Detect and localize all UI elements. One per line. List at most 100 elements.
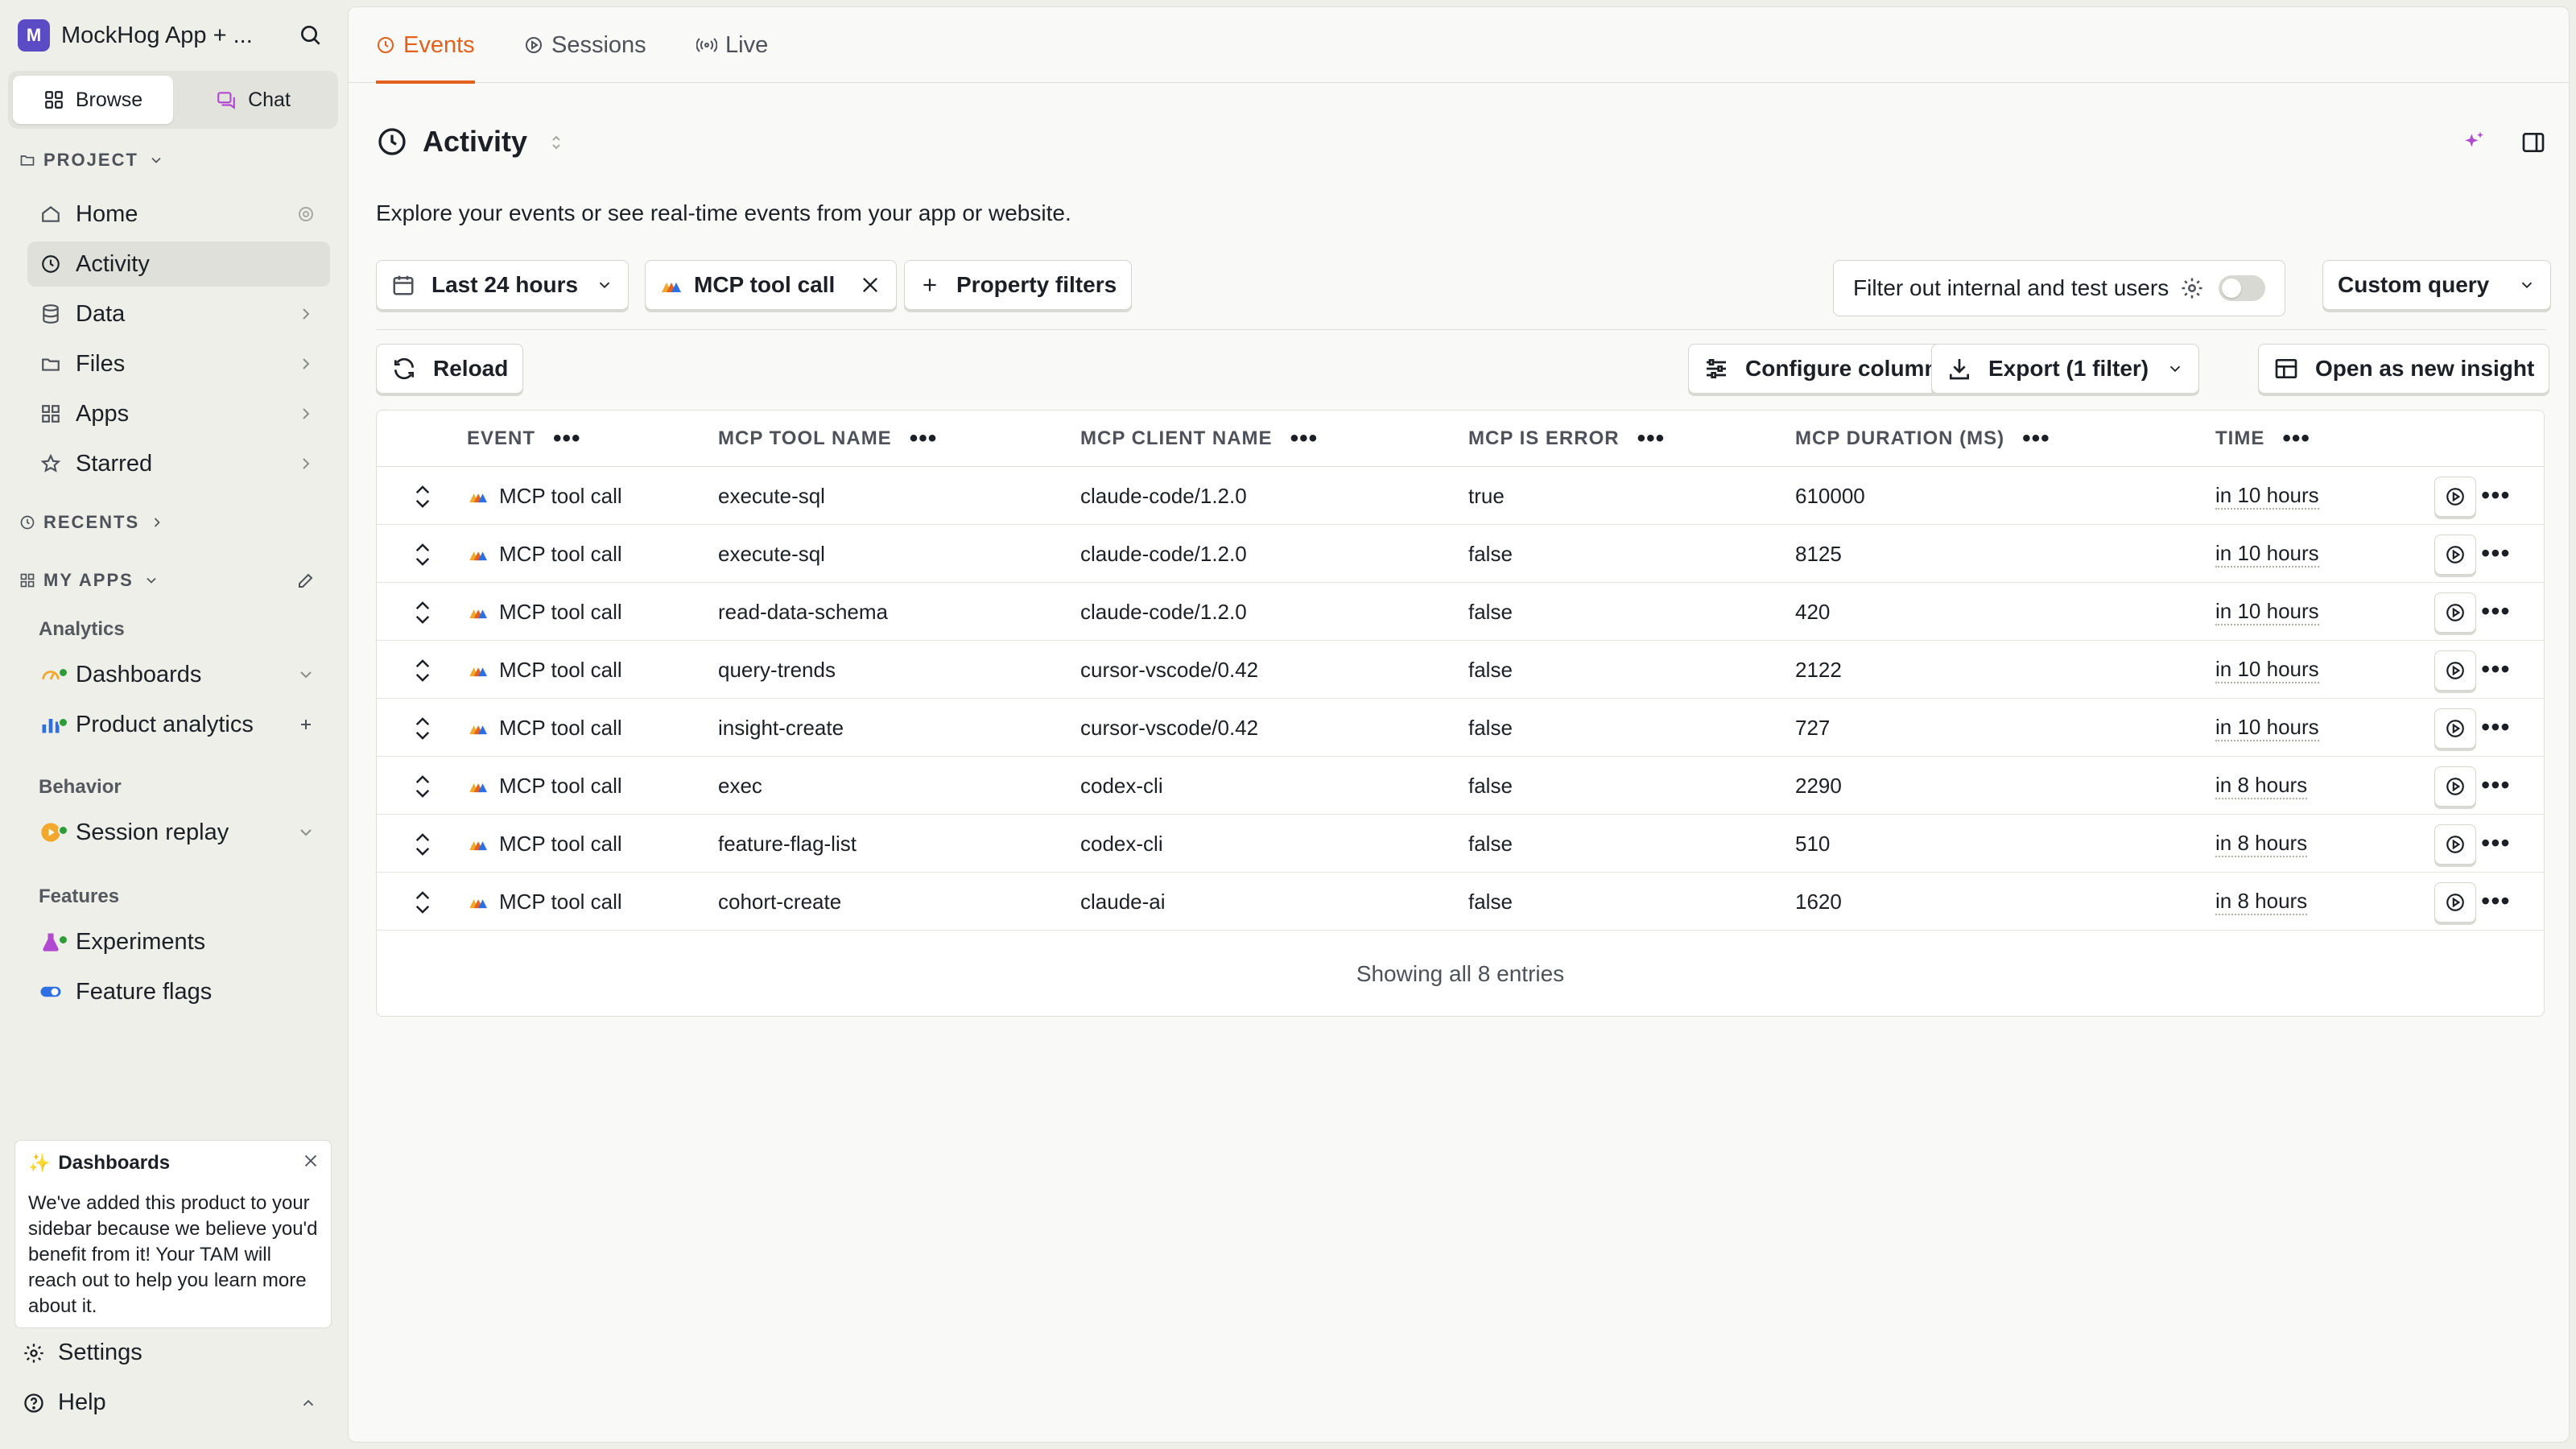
column-header-client-name[interactable]: MCP CLIENT NAME ••• xyxy=(1080,411,1318,467)
row-menu-icon[interactable]: ••• xyxy=(2481,772,2511,798)
time-value: in 8 hours xyxy=(2215,773,2308,799)
expand-row-icon[interactable] xyxy=(411,483,435,510)
sidebar-item-apps[interactable]: Apps xyxy=(27,391,330,436)
settings-link[interactable]: Settings xyxy=(23,1340,142,1366)
chat-tab[interactable]: Chat xyxy=(173,76,333,124)
sidebar-item-session-replay[interactable]: Session replay xyxy=(27,810,330,855)
column-menu-icon[interactable]: ••• xyxy=(2022,425,2050,452)
column-menu-icon[interactable]: ••• xyxy=(553,425,581,452)
row-menu-icon[interactable]: ••• xyxy=(2481,656,2511,682)
reload-button[interactable]: Reload xyxy=(376,344,524,394)
play-recording-button[interactable] xyxy=(2434,708,2476,749)
play-recording-button[interactable] xyxy=(2434,882,2476,923)
sidebar-item-home[interactable]: Home xyxy=(27,192,330,237)
play-recording-button[interactable] xyxy=(2434,535,2476,575)
filter-divider xyxy=(376,329,2546,330)
sidebar-item-starred[interactable]: Starred xyxy=(27,441,330,486)
chevron-down-icon[interactable] xyxy=(296,665,316,684)
play-recording-button[interactable] xyxy=(2434,650,2476,691)
sidebar-item-data[interactable]: Data xyxy=(27,291,330,336)
table-row[interactable]: MCP tool call insight-create cursor-vscode… xyxy=(377,699,2544,757)
recents-section-header[interactable]: RECENTS xyxy=(19,512,173,533)
help-link[interactable]: Help xyxy=(23,1389,320,1416)
expand-row-icon[interactable] xyxy=(411,715,435,742)
expand-row-icon[interactable] xyxy=(411,657,435,684)
side-panel-icon[interactable] xyxy=(2520,130,2546,155)
row-menu-icon[interactable]: ••• xyxy=(2481,714,2511,740)
column-menu-icon[interactable]: ••• xyxy=(910,425,938,452)
expand-row-icon[interactable] xyxy=(411,773,435,800)
open-insight-button[interactable]: Open as new insight xyxy=(2258,344,2550,394)
play-recording-button[interactable] xyxy=(2434,477,2476,517)
expand-row-icon[interactable] xyxy=(411,831,435,858)
event-filter-chip[interactable]: MCP tool call xyxy=(645,260,898,310)
expand-row-icon[interactable] xyxy=(411,889,435,916)
play-recording-button[interactable] xyxy=(2434,592,2476,633)
table-row[interactable]: MCP tool call query-trends cursor-vscode/0… xyxy=(377,641,2544,699)
tab-live[interactable]: Live xyxy=(696,7,768,83)
plus-icon[interactable] xyxy=(296,715,316,734)
export-button[interactable]: Export (1 filter) xyxy=(1931,344,2200,394)
row-menu-icon[interactable]: ••• xyxy=(2481,540,2511,566)
table-row[interactable]: MCP tool call read-data-schema claude-code… xyxy=(377,583,2544,641)
is-error-cell: false xyxy=(1468,715,1513,740)
column-header-is-error[interactable]: MCP IS ERROR ••• xyxy=(1468,411,1665,467)
column-header-tool-name[interactable]: MCP TOOL NAME ••• xyxy=(718,411,937,467)
table-row[interactable]: MCP tool call exec codex-cli false 2290 in 8 … xyxy=(377,757,2544,815)
row-menu-icon[interactable]: ••• xyxy=(2481,830,2511,856)
sidebar-item-experiments[interactable]: Experiments xyxy=(27,919,330,964)
time-value: in 10 hours xyxy=(2215,657,2319,683)
category-analytics: Analytics xyxy=(39,618,125,640)
row-menu-icon[interactable]: ••• xyxy=(2481,888,2511,914)
workspace-switcher[interactable]: M MockHog App + ... xyxy=(18,18,324,53)
sidebar-item-dashboards[interactable]: Dashboards xyxy=(27,652,330,697)
gear-icon[interactable] xyxy=(2180,276,2204,300)
table-row[interactable]: MCP tool call execute-sql claude-code/1.2.… xyxy=(377,467,2544,525)
tab-sessions[interactable]: Sessions xyxy=(524,7,646,83)
table-row[interactable]: MCP tool call cohort-create claude-ai false… xyxy=(377,873,2544,931)
client-name-cell: codex-cli xyxy=(1080,773,1163,798)
column-menu-icon[interactable]: ••• xyxy=(2282,425,2310,452)
column-header-time[interactable]: TIME ••• xyxy=(2215,411,2310,467)
project-section-header[interactable]: PROJECT xyxy=(19,150,172,171)
close-icon[interactable] xyxy=(302,1152,320,1170)
chevron-down-icon[interactable] xyxy=(296,823,316,842)
table-row[interactable]: MCP tool call feature-flag-list codex-cli f… xyxy=(377,815,2544,873)
tab-events[interactable]: Events xyxy=(376,7,475,84)
chevron-updown-icon[interactable] xyxy=(548,132,564,151)
sparkle-ai-icon[interactable] xyxy=(2461,130,2487,155)
myapps-section-header[interactable]: MY APPS xyxy=(19,570,317,591)
browse-tab[interactable]: Browse xyxy=(13,76,173,124)
close-icon[interactable] xyxy=(859,274,881,296)
play-circle-icon xyxy=(2446,720,2464,737)
play-recording-button[interactable] xyxy=(2434,824,2476,865)
column-header-event[interactable]: EVENT ••• xyxy=(467,411,581,467)
sidebar-item-activity[interactable]: Activity xyxy=(27,242,330,287)
is-error-cell: false xyxy=(1468,599,1513,624)
play-recording-button[interactable] xyxy=(2434,766,2476,807)
expand-row-icon[interactable] xyxy=(411,541,435,568)
reload-label: Reload xyxy=(433,356,509,381)
row-menu-icon[interactable]: ••• xyxy=(2481,598,2511,624)
sidebar-item-feature-flags[interactable]: Feature flags xyxy=(27,969,330,1014)
duration-cell: 8125 xyxy=(1795,541,1842,566)
search-icon[interactable] xyxy=(298,23,324,48)
internal-users-label: Filter out internal and test users xyxy=(1853,275,2169,300)
column-menu-icon[interactable]: ••• xyxy=(1637,425,1666,452)
property-filters-button[interactable]: Property filters xyxy=(904,260,1133,310)
column-header-duration[interactable]: MCP DURATION (MS) ••• xyxy=(1795,411,2050,467)
edit-icon[interactable] xyxy=(296,571,316,590)
sidebar-item-files[interactable]: Files xyxy=(27,341,330,386)
table-row[interactable]: MCP tool call execute-sql claude-code/1.2.… xyxy=(377,525,2544,583)
row-menu-icon[interactable]: ••• xyxy=(2481,482,2511,508)
custom-query-button[interactable]: Custom query xyxy=(2322,260,2552,310)
sidebar-item-product-analytics[interactable]: Product analytics xyxy=(27,702,330,747)
internal-users-toggle[interactable] xyxy=(2219,275,2266,301)
configure-columns-button[interactable]: Configure columns xyxy=(1688,344,1967,394)
chevron-down-icon xyxy=(2522,282,2533,289)
column-menu-icon[interactable]: ••• xyxy=(1290,425,1319,452)
expand-row-icon[interactable] xyxy=(411,599,435,626)
event-cell: MCP tool call xyxy=(467,699,622,757)
date-range-picker[interactable]: Last 24 hours xyxy=(376,260,630,310)
client-name-cell: claude-code/1.2.0 xyxy=(1080,483,1247,508)
